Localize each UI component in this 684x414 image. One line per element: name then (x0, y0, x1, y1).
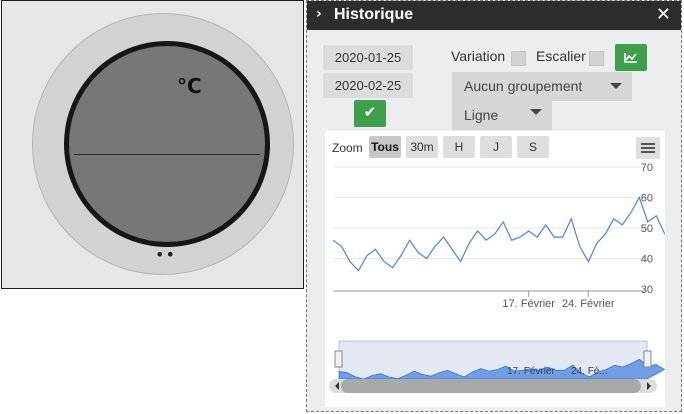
display-divider (74, 154, 260, 155)
panel-title: Historique (334, 6, 414, 23)
y-tick-label: 50 (641, 223, 653, 235)
start-date-input[interactable]: 2020-01-25 (323, 45, 413, 70)
end-date-input[interactable]: 2020-02-25 (323, 73, 413, 98)
apply-dates-button[interactable]: ✔ (354, 100, 386, 127)
temperature-unit: °C (177, 74, 202, 98)
chart-style-value: Ligne (464, 107, 499, 123)
navigator-tick-label: 24. Fé... (571, 366, 608, 377)
navigator-left-handle (334, 350, 343, 368)
variation-checkbox[interactable] (511, 51, 526, 66)
compare-chart-button[interactable] (615, 44, 647, 71)
check-icon: ✔ (363, 103, 377, 121)
panel-header: › Historique ✕ (307, 1, 681, 30)
escalier-label: Escalier (536, 48, 586, 64)
escalier-checkbox[interactable] (589, 51, 604, 66)
variation-label: Variation (451, 48, 506, 64)
caret-down-icon (530, 109, 542, 115)
status-dots: •• (155, 245, 176, 264)
caret-down-icon (610, 83, 622, 89)
navigator-tick-label: 17. Février (507, 366, 555, 377)
thermostat-tile[interactable]: °C •• (1, 0, 304, 289)
x-tick-label: 24. Février (562, 298, 615, 310)
series-line (332, 196, 665, 272)
chart-style-select[interactable]: Ligne (452, 101, 552, 130)
close-icon[interactable]: ✕ (656, 4, 671, 25)
y-tick-label: 70 (641, 162, 653, 174)
chart-canvas: 70 60 50 40 30 17. Février 24. Février 17. Févr… (329, 162, 665, 393)
history-chart: Zoom Tous 30m H J S 70 60 50 40 30 17. Févrie… (325, 131, 665, 407)
y-tick-label: 30 (641, 284, 653, 296)
y-tick-label: 40 (641, 254, 653, 266)
thermostat-display[interactable]: °C (64, 41, 270, 247)
y-tick-label: 60 (641, 193, 653, 205)
grouping-select[interactable]: Aucun groupement (452, 72, 632, 101)
navigator-right-handle (643, 350, 652, 368)
history-panel: › Historique ✕ 2020-01-25 2020-02-25 ✔ V… (306, 0, 682, 412)
chevron-right-icon[interactable]: › (316, 6, 322, 22)
scrollbar-thumb (341, 379, 641, 393)
grouping-value: Aucun groupement (464, 78, 583, 94)
area-chart-icon (624, 53, 637, 63)
x-tick-label: 17. Février (502, 298, 555, 310)
